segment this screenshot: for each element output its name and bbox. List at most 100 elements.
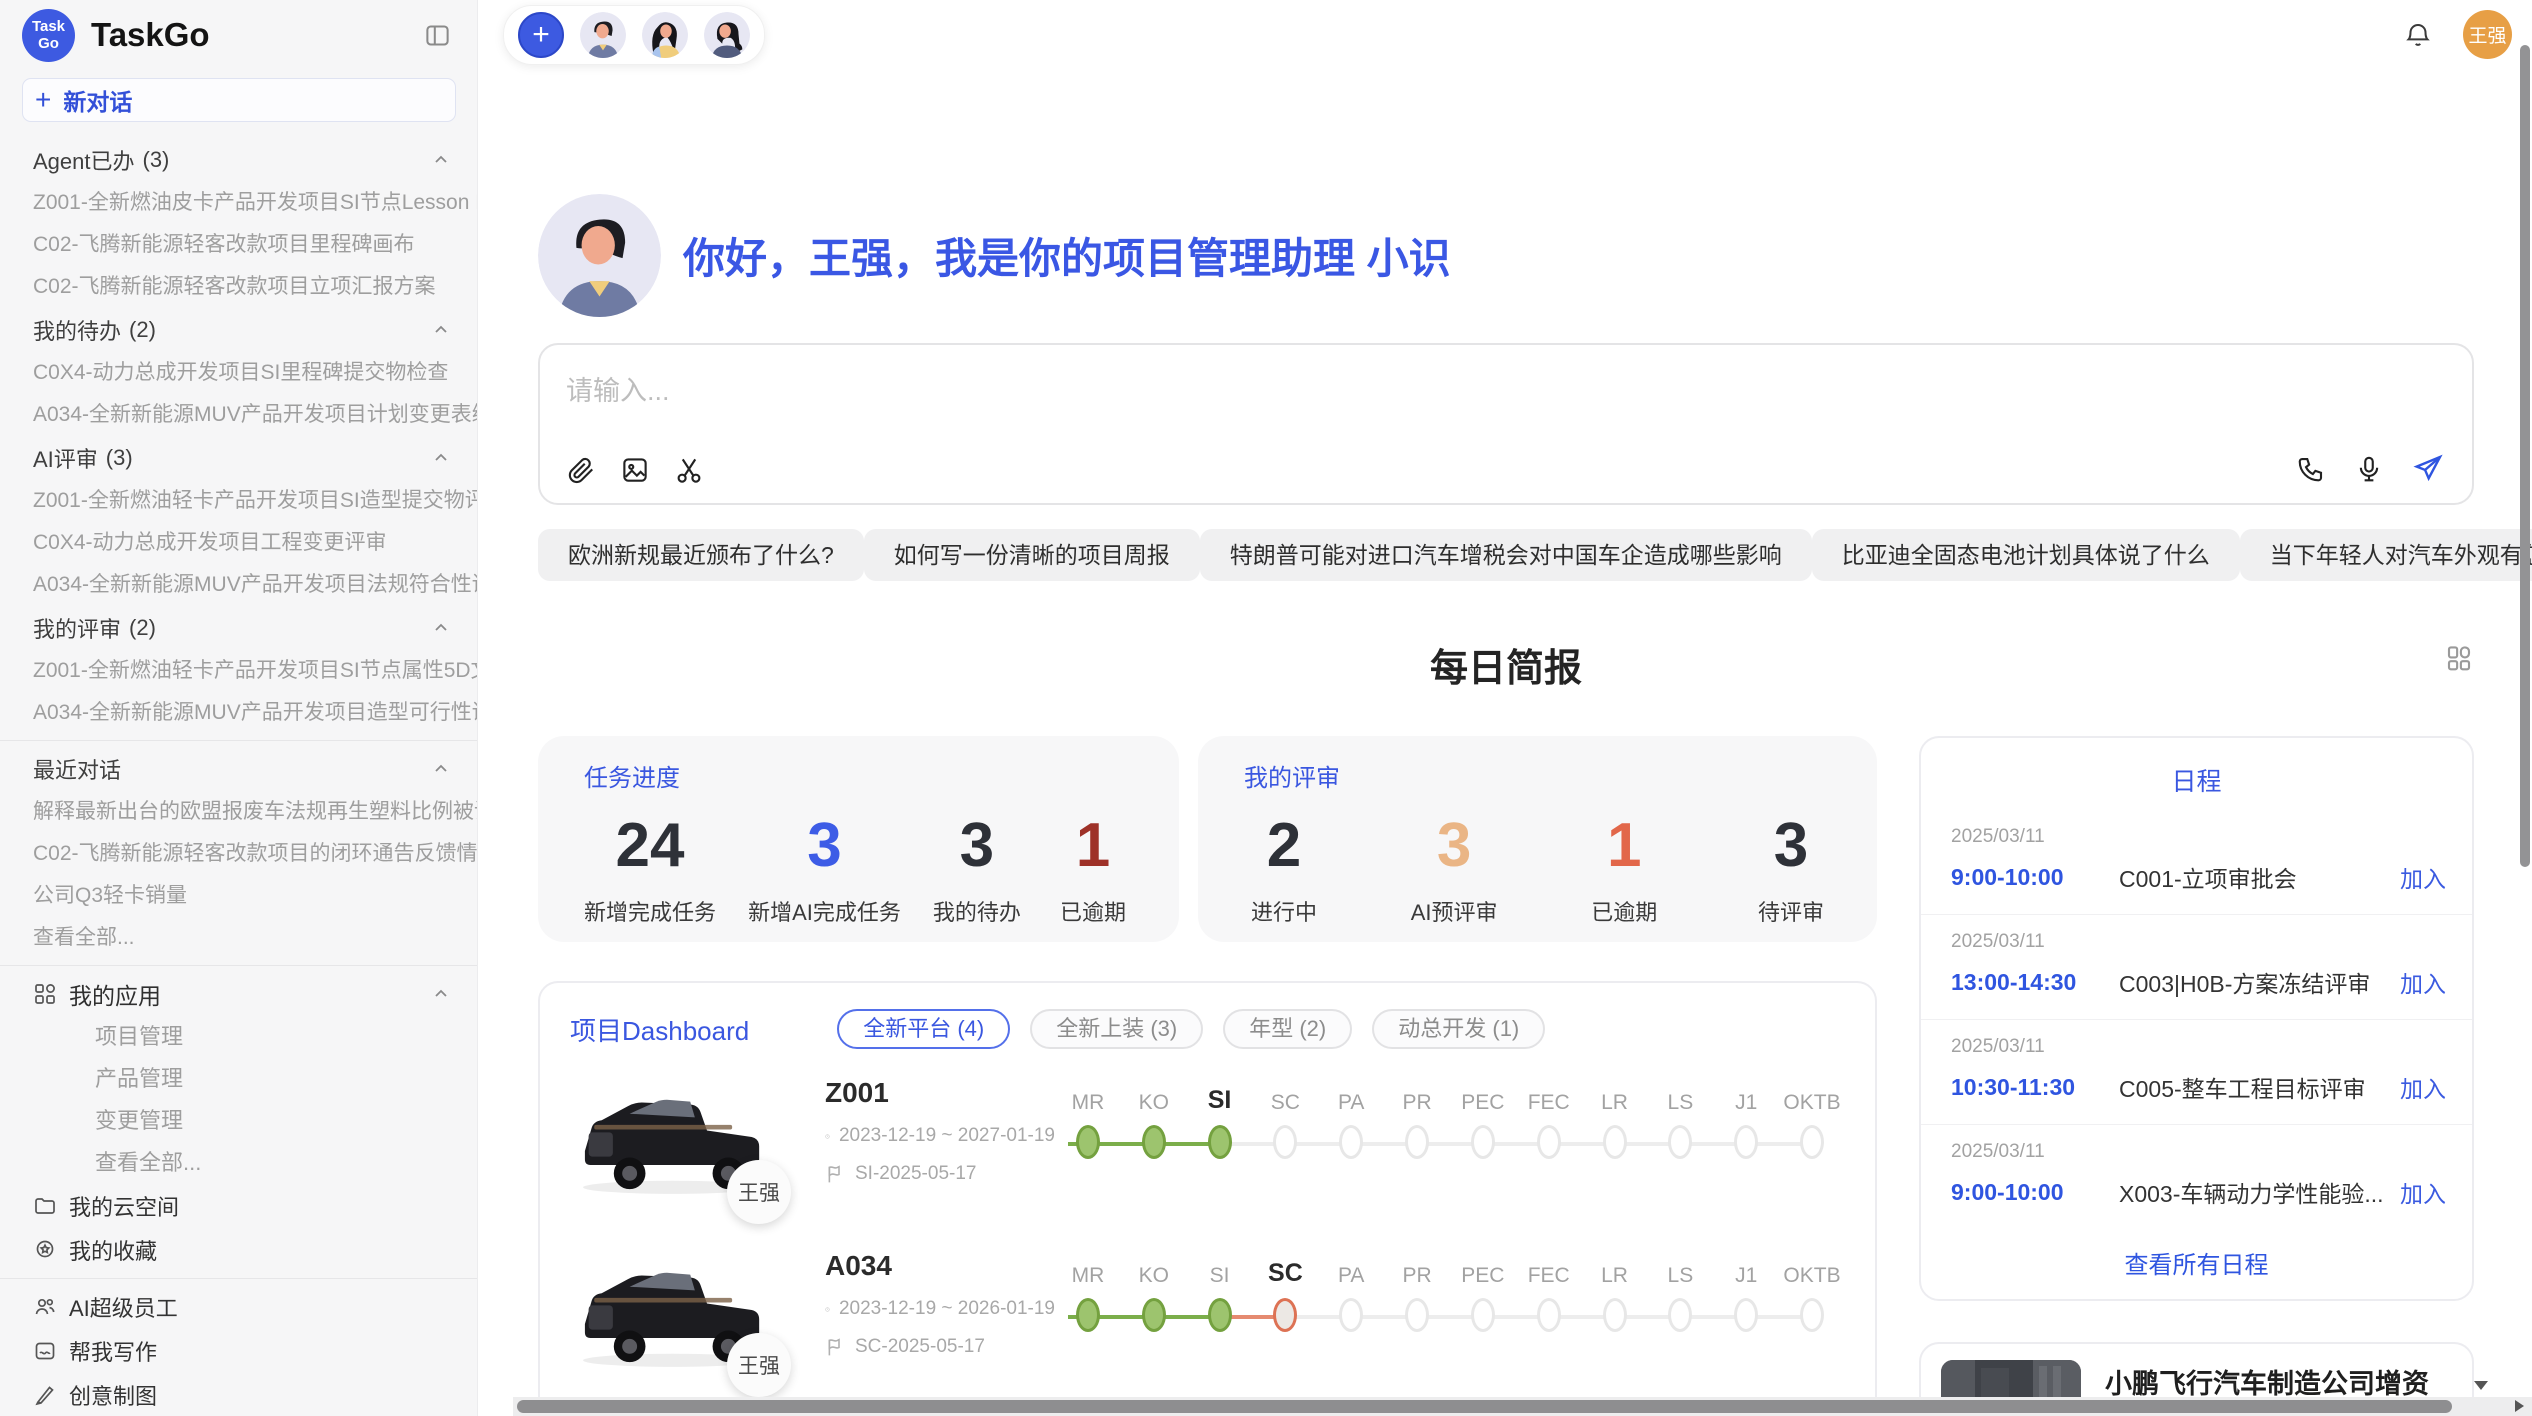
recent-view-all[interactable]: 查看全部... — [0, 917, 477, 959]
sidebar-section-header[interactable]: 我的待办 (2) — [0, 308, 477, 352]
dashboard-tab[interactable]: 动总开发 (1) — [1372, 1009, 1545, 1049]
horizontal-scrollbar-thumb[interactable] — [517, 1400, 2452, 1413]
sidebar-section-header[interactable]: AI评审 (3) — [0, 436, 477, 480]
suggestion-chip[interactable]: 如何写一份清晰的项目周报 — [864, 529, 1200, 581]
sidebar-section-header[interactable]: Agent已办 (3) — [0, 138, 477, 182]
chevron-up-icon — [433, 620, 449, 636]
paperclip-icon[interactable] — [566, 455, 596, 485]
schedule-item[interactable]: 2025/03/11 13:00-14:30 C003|H0B-方案冻结评审 加… — [1921, 914, 2472, 1019]
join-link[interactable]: 加入 — [2400, 860, 2446, 894]
phone-icon[interactable] — [2296, 454, 2326, 484]
milestone-label: LS — [1647, 1244, 1713, 1296]
bell-icon[interactable] — [2403, 20, 2433, 50]
milestone-node — [1603, 1298, 1627, 1332]
sidebar-task-item[interactable]: Z001-全新燃油轻卡产品开发项目SI造型提交物评审 — [0, 480, 477, 522]
milestone-node — [1668, 1298, 1692, 1332]
sidebar-task-item[interactable]: C0X4-动力总成开发项目工程变更评审 — [0, 522, 477, 564]
join-link[interactable]: 加入 — [2400, 1175, 2446, 1209]
new-chat-label: 新对话 — [63, 83, 132, 117]
main-area: + — [478, 0, 2532, 1416]
folder-icon — [33, 1194, 57, 1218]
milestone-node-row — [1582, 1296, 1648, 1342]
milestone-label: PA — [1318, 1071, 1384, 1123]
member-avatar[interactable] — [642, 12, 688, 58]
briefing-columns: 任务进度 24 新增完成任务 3 新增AI完成任务 3 我的待办 1 已逾期 我… — [538, 736, 2474, 1416]
dashboard-tab[interactable]: 全新上装 (3) — [1030, 1009, 1203, 1049]
member-avatar[interactable] — [580, 12, 626, 58]
sidebar-task-item[interactable]: C02-飞腾新能源轻客改款项目立项汇报方案 — [0, 266, 477, 308]
chevron-up-icon — [433, 450, 449, 466]
milestone-node — [1208, 1125, 1232, 1159]
sidebar-task-item[interactable]: Z001-全新燃油轻卡产品开发项目SI节点属性5D文件评审 — [0, 650, 477, 692]
project-row[interactable]: 王强 A034 2023-12-19 ~ 2026-01-19 SC-2025-… — [570, 1244, 1845, 1379]
sidebar-item-writing[interactable]: 帮我写作 — [0, 1329, 477, 1373]
my-apps-header[interactable]: 我的应用 — [0, 972, 477, 1016]
sidebar-item-favorites[interactable]: 我的收藏 — [0, 1228, 477, 1272]
sidebar-task-item[interactable]: 公司Q3轻卡销量 — [0, 875, 477, 917]
mic-icon[interactable] — [2354, 454, 2384, 484]
stat-item: 1 已逾期 — [1053, 809, 1133, 927]
join-link[interactable]: 加入 — [2400, 1070, 2446, 1104]
sidebar-app-item[interactable]: 产品管理 — [0, 1058, 477, 1100]
milestone-node-row — [1055, 1123, 1121, 1169]
recent-chats-header[interactable]: 最近对话 — [0, 747, 477, 791]
sidebar-task-item[interactable]: C0X4-动力总成开发项目SI里程碑提交物检查 — [0, 352, 477, 394]
ai-employee-label: AI超级员工 — [69, 1291, 178, 1323]
user-avatar[interactable]: 王强 — [2463, 10, 2512, 59]
sidebar-task-item[interactable]: A034-全新新能源MUV产品开发项目造型可行性评审 — [0, 692, 477, 734]
sidebar-task-item[interactable]: A034-全新新能源MUV产品开发项目计划变更表编写 — [0, 394, 477, 436]
suggestion-chip[interactable]: 当下年轻人对汽车外观有怎样的喜好趋势 — [2240, 529, 2532, 581]
sidebar-app-item[interactable]: 项目管理 — [0, 1016, 477, 1058]
sidebar-collapse-icon[interactable] — [424, 22, 451, 49]
image-icon[interactable] — [620, 455, 650, 485]
milestone-strip: MR KO SI SC PA — [1055, 1071, 1845, 1169]
new-chat-button[interactable]: + 新对话 — [22, 78, 456, 122]
milestone-node-row — [1384, 1123, 1450, 1169]
project-row[interactable]: 王强 Z001 2023-12-19 ~ 2027-01-19 SI-2025-… — [570, 1071, 1845, 1206]
schedule-date: 2025/03/11 — [1951, 1036, 2446, 1058]
schedule-item[interactable]: 2025/03/11 9:00-10:00 X003-车辆动力学性能验... 加… — [1921, 1124, 2472, 1229]
schedule-item[interactable]: 2025/03/11 10:30-11:30 C005-整车工程目标评审 加入 — [1921, 1019, 2472, 1124]
main-content: 你好，王强，我是你的项目管理助理 小识 — [478, 194, 2532, 1416]
sidebar-task-item[interactable]: Z001-全新燃油皮卡产品开发项目SI节点Lesson Learn报告 — [0, 182, 477, 224]
sidebar-app-item[interactable]: 变更管理 — [0, 1100, 477, 1142]
milestone-node — [1339, 1125, 1363, 1159]
horizontal-scrollbar[interactable] — [513, 1397, 2532, 1416]
join-link[interactable]: 加入 — [2400, 965, 2446, 999]
my-apps-label: 我的应用 — [69, 977, 161, 1011]
sidebar-item-creative-drawing[interactable]: 创意制图 — [0, 1373, 477, 1416]
schedule-view-all[interactable]: 查看所有日程 — [1921, 1245, 2472, 1280]
sidebar-task-item[interactable]: C02-飞腾新能源轻客改款项目的闭环通告反馈情况 — [0, 833, 477, 875]
member-avatar[interactable] — [704, 12, 750, 58]
sidebar-section-header[interactable]: 我的评审 (2) — [0, 606, 477, 650]
milestone-node — [1405, 1298, 1429, 1332]
milestone-cell: MR — [1055, 1071, 1121, 1169]
sidebar-task-item[interactable]: C02-飞腾新能源轻客改款项目里程碑画布 — [0, 224, 477, 266]
add-member-button[interactable]: + — [518, 12, 564, 58]
dashboard-tab[interactable]: 年型 (2) — [1223, 1009, 1352, 1049]
sidebar-section: AI评审 (3) Z001-全新燃油轻卡产品开发项目SI造型提交物评审 C0X4… — [0, 436, 477, 606]
milestone-node-row — [1582, 1123, 1648, 1169]
vertical-scrollbar-thumb[interactable] — [2520, 45, 2530, 867]
schedule-item[interactable]: 2025/03/11 9:00-10:00 C001-立项审批会 加入 — [1921, 810, 2472, 914]
sidebar-item-cloud[interactable]: 我的云空间 — [0, 1184, 477, 1228]
apps-view-all[interactable]: 查看全部... — [0, 1142, 477, 1184]
scroll-right-arrow[interactable] — [2515, 1400, 2524, 1412]
flag-icon — [825, 1164, 846, 1185]
sidebar-item-ai-employee[interactable]: AI超级员工 — [0, 1285, 477, 1329]
sidebar-task-item[interactable]: A034-全新新能源MUV产品开发项目法规符合性评审 — [0, 564, 477, 606]
grid-layout-icon[interactable] — [2444, 643, 2474, 673]
scissors-icon[interactable] — [674, 455, 704, 485]
stat-card-items: 24 新增完成任务 3 新增AI完成任务 3 我的待办 1 已逾期 — [584, 809, 1133, 927]
sidebar-task-item[interactable]: 解释最新出台的欧盟报废车法规再生塑料比例被调至15%... — [0, 791, 477, 833]
milestone-node-row — [1647, 1296, 1713, 1342]
chevron-up-icon — [433, 152, 449, 168]
suggestion-chip[interactable]: 欧洲新规最近颁布了什么? — [538, 529, 864, 581]
project-code: A034 — [825, 1250, 1055, 1282]
send-icon[interactable] — [2412, 453, 2444, 485]
scroll-down-arrow[interactable] — [2474, 1381, 2488, 1390]
chat-input[interactable] — [540, 345, 2472, 437]
suggestion-chip[interactable]: 比亚迪全固态电池计划具体说了什么 — [1812, 529, 2240, 581]
dashboard-tab[interactable]: 全新平台 (4) — [837, 1009, 1010, 1049]
suggestion-chip[interactable]: 特朗普可能对进口汽车增税会对中国车企造成哪些影响 — [1200, 529, 1812, 581]
